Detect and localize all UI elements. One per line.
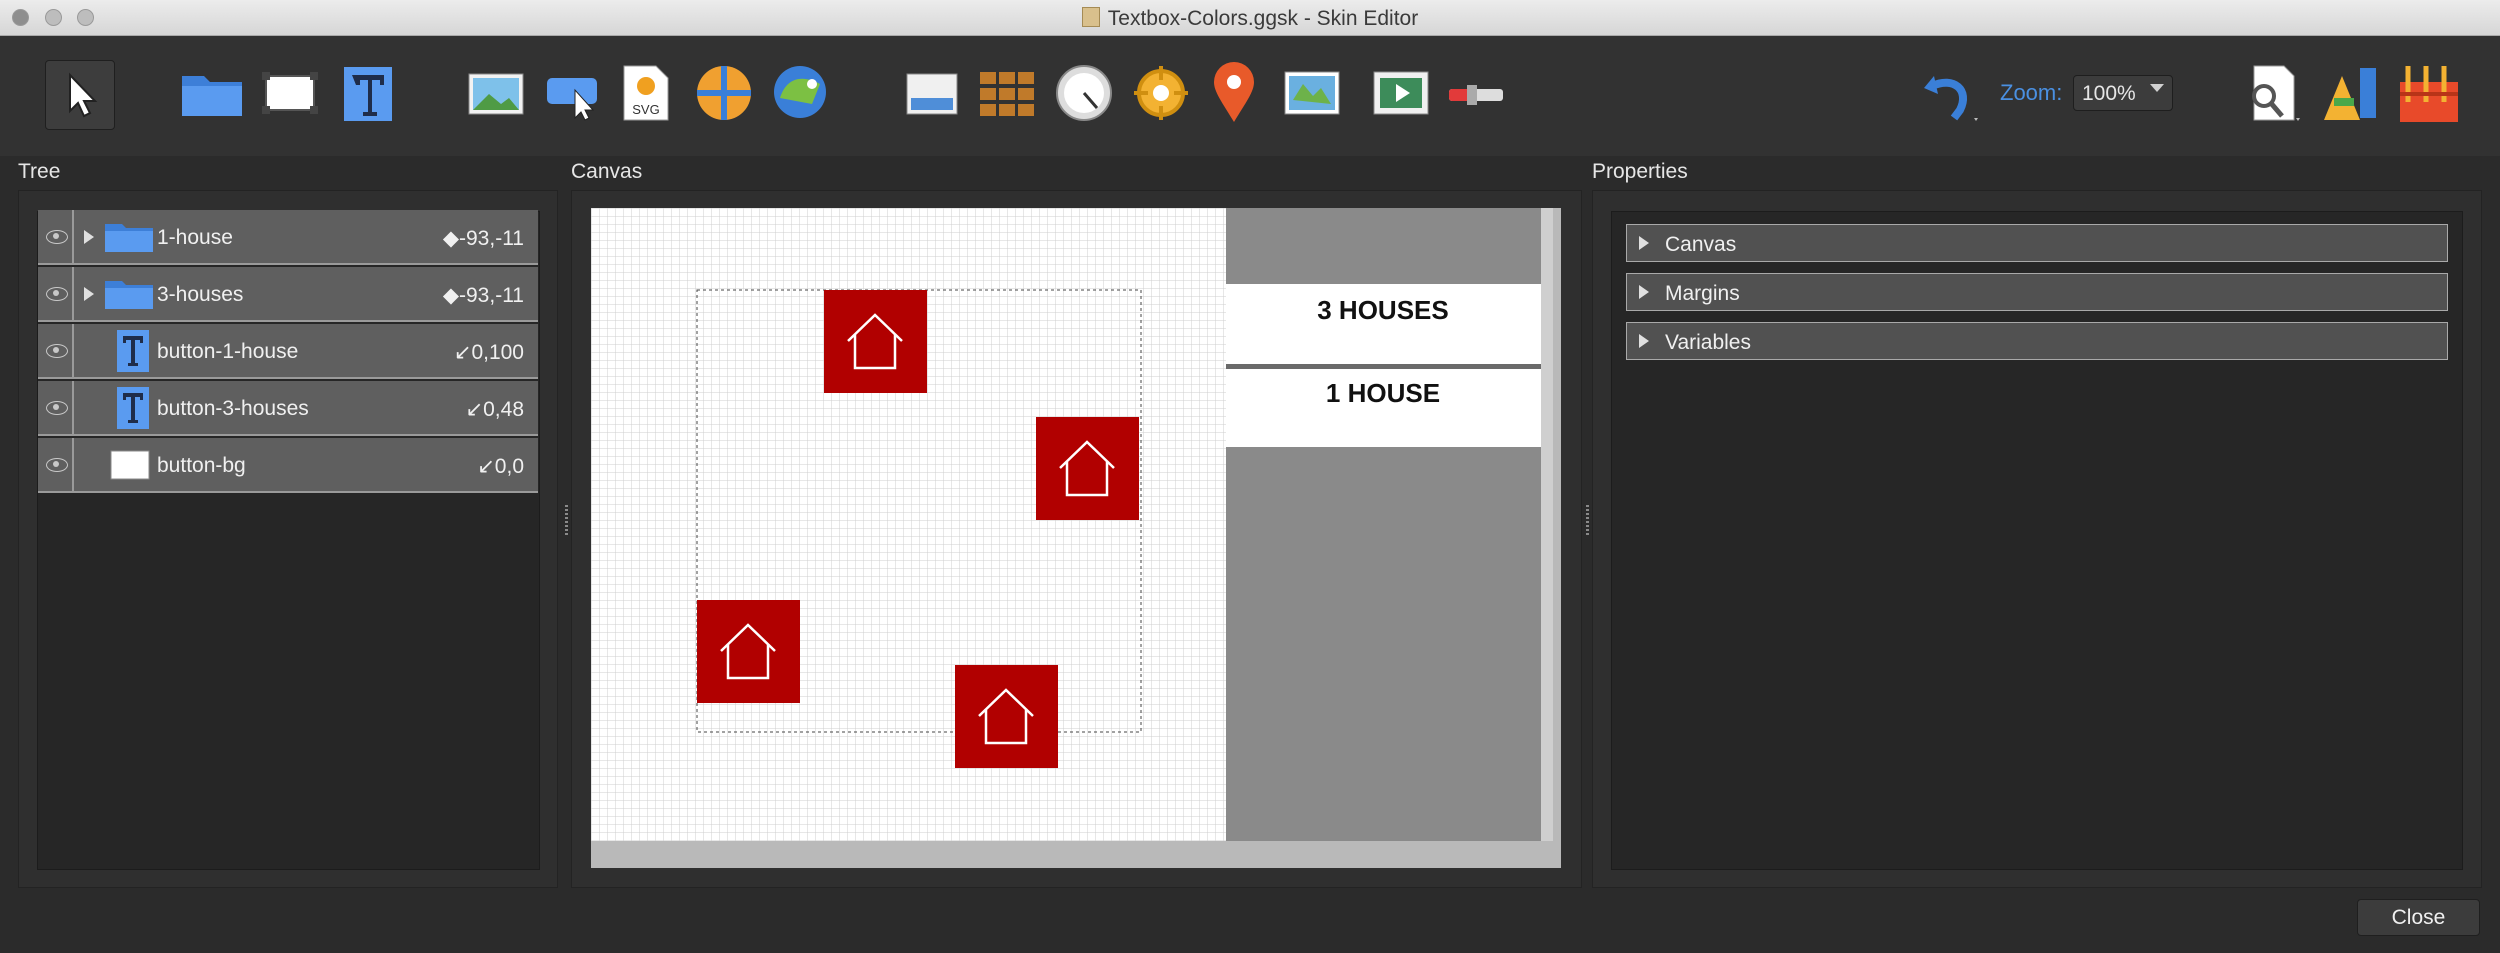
button-3-houses-label: 3 HOUSES (1317, 295, 1449, 325)
visibility-eye-icon[interactable] (38, 210, 74, 263)
tree-item-coordinates: ↙0,100 (453, 341, 524, 364)
zoom-label: Zoom: (2000, 80, 2063, 105)
properties-section-canvas[interactable]: Canvas (1626, 224, 2448, 262)
map-pin-tool-icon[interactable] (1212, 62, 1256, 124)
tree-item-1-house[interactable]: 1-house ◆-93,-11 (38, 210, 538, 265)
button-tool-icon[interactable] (545, 72, 603, 122)
house-hotspot-2[interactable] (1036, 417, 1139, 520)
preview-icon[interactable] (2240, 64, 2306, 124)
close-button[interactable]: Close (2357, 899, 2480, 936)
tree-item-button-bg[interactable]: button-bg ↙0,0 (38, 438, 538, 493)
tree-item-label: button-bg (157, 454, 246, 477)
properties-section-label: Margins (1665, 282, 1740, 305)
visibility-eye-icon[interactable] (38, 267, 74, 320)
canvas-sidebar-edge (1541, 208, 1553, 841)
properties-section-margins[interactable]: Margins (1626, 273, 2448, 311)
undo-icon[interactable] (1920, 62, 1982, 126)
tree-item-coordinates: ↙0,48 (465, 398, 524, 421)
panorama-tool-icon[interactable] (695, 64, 753, 122)
house-hotspot-1[interactable] (824, 290, 927, 393)
window-title: Textbox-Colors.ggsk - Skin Editor (0, 7, 2500, 31)
expand-triangle-icon[interactable] (84, 287, 94, 301)
container-tool-icon[interactable] (905, 72, 959, 116)
rectangle-icon (110, 450, 150, 485)
pointer-icon (69, 72, 98, 118)
rectangle-tool-icon[interactable] (260, 70, 320, 116)
text-icon (116, 386, 150, 435)
tree-item-coordinates: ↙0,0 (477, 455, 524, 478)
properties-section-label: Variables (1665, 331, 1751, 354)
properties-section-label: Canvas (1665, 233, 1737, 256)
slider-tool-icon[interactable] (1447, 85, 1505, 105)
map-tool-icon[interactable] (1283, 70, 1341, 116)
grid-tool-icon[interactable] (978, 70, 1036, 118)
zoom-select[interactable]: 100% (2073, 75, 2173, 111)
folder-icon (104, 220, 154, 259)
tree-item-coordinates: ◆-93,-11 (442, 227, 524, 250)
toolbox-icon[interactable] (2398, 62, 2460, 124)
document-icon (1081, 7, 1100, 27)
canvas-viewport[interactable]: 3 HOUSES 1 HOUSE (591, 208, 1561, 868)
button-1-house-label: 1 HOUSE (1326, 378, 1440, 408)
tree-item-coordinates: ◆-93,-11 (442, 284, 524, 307)
folder-tool-icon[interactable] (180, 68, 244, 118)
chevron-down-icon (2150, 84, 2164, 92)
visibility-eye-icon[interactable] (38, 324, 74, 377)
tree-item-button-1-house[interactable]: button-1-house ↙0,100 (38, 324, 538, 379)
properties-section-variables[interactable]: Variables (1626, 322, 2448, 360)
tree-splitter[interactable] (565, 505, 568, 535)
target-tool-icon[interactable] (1132, 64, 1190, 122)
expand-triangle-icon[interactable] (84, 230, 94, 244)
visibility-eye-icon[interactable] (38, 381, 74, 434)
text-icon (116, 329, 150, 378)
color-palette-icon[interactable] (2320, 62, 2380, 124)
compass-tool-icon[interactable] (1055, 64, 1113, 122)
expand-triangle-icon (1639, 285, 1649, 299)
expand-triangle-icon (1639, 334, 1649, 348)
button-divider (1226, 364, 1541, 369)
svg-tool-label: SVG (632, 102, 659, 117)
image-tool-icon[interactable] (467, 72, 525, 116)
select-tool-button[interactable] (45, 60, 115, 130)
tree-item-label: 3-houses (157, 283, 244, 306)
folder-icon (104, 277, 154, 316)
tree-item-label: button-1-house (157, 340, 299, 363)
hotspot-tool-icon[interactable] (772, 64, 828, 120)
title-bar: Textbox-Colors.ggsk - Skin Editor (0, 0, 2500, 36)
canvas-panel-title: Canvas (571, 160, 643, 183)
properties-panel-title: Properties (1592, 160, 1688, 183)
tree-panel-title: Tree (18, 160, 61, 183)
zoom-value: 100% (2082, 82, 2136, 105)
house-hotspot-3[interactable] (697, 600, 800, 703)
tree-item-3-houses[interactable]: 3-houses ◆-93,-11 (38, 267, 538, 322)
video-tool-icon[interactable] (1372, 70, 1430, 116)
svg-tool-icon[interactable]: SVG (622, 64, 670, 122)
window-title-text: Textbox-Colors.ggsk - Skin Editor (1107, 7, 1419, 30)
tree-item-button-3-houses[interactable]: button-3-houses ↙0,48 (38, 381, 538, 436)
tree-item-label: 1-house (157, 226, 233, 249)
text-tool-icon[interactable] (342, 65, 394, 123)
visibility-eye-icon[interactable] (38, 438, 74, 491)
expand-triangle-icon (1639, 236, 1649, 250)
house-hotspot-4[interactable] (955, 665, 1058, 768)
properties-splitter[interactable] (1586, 505, 1589, 535)
tree-item-label: button-3-houses (157, 397, 309, 420)
